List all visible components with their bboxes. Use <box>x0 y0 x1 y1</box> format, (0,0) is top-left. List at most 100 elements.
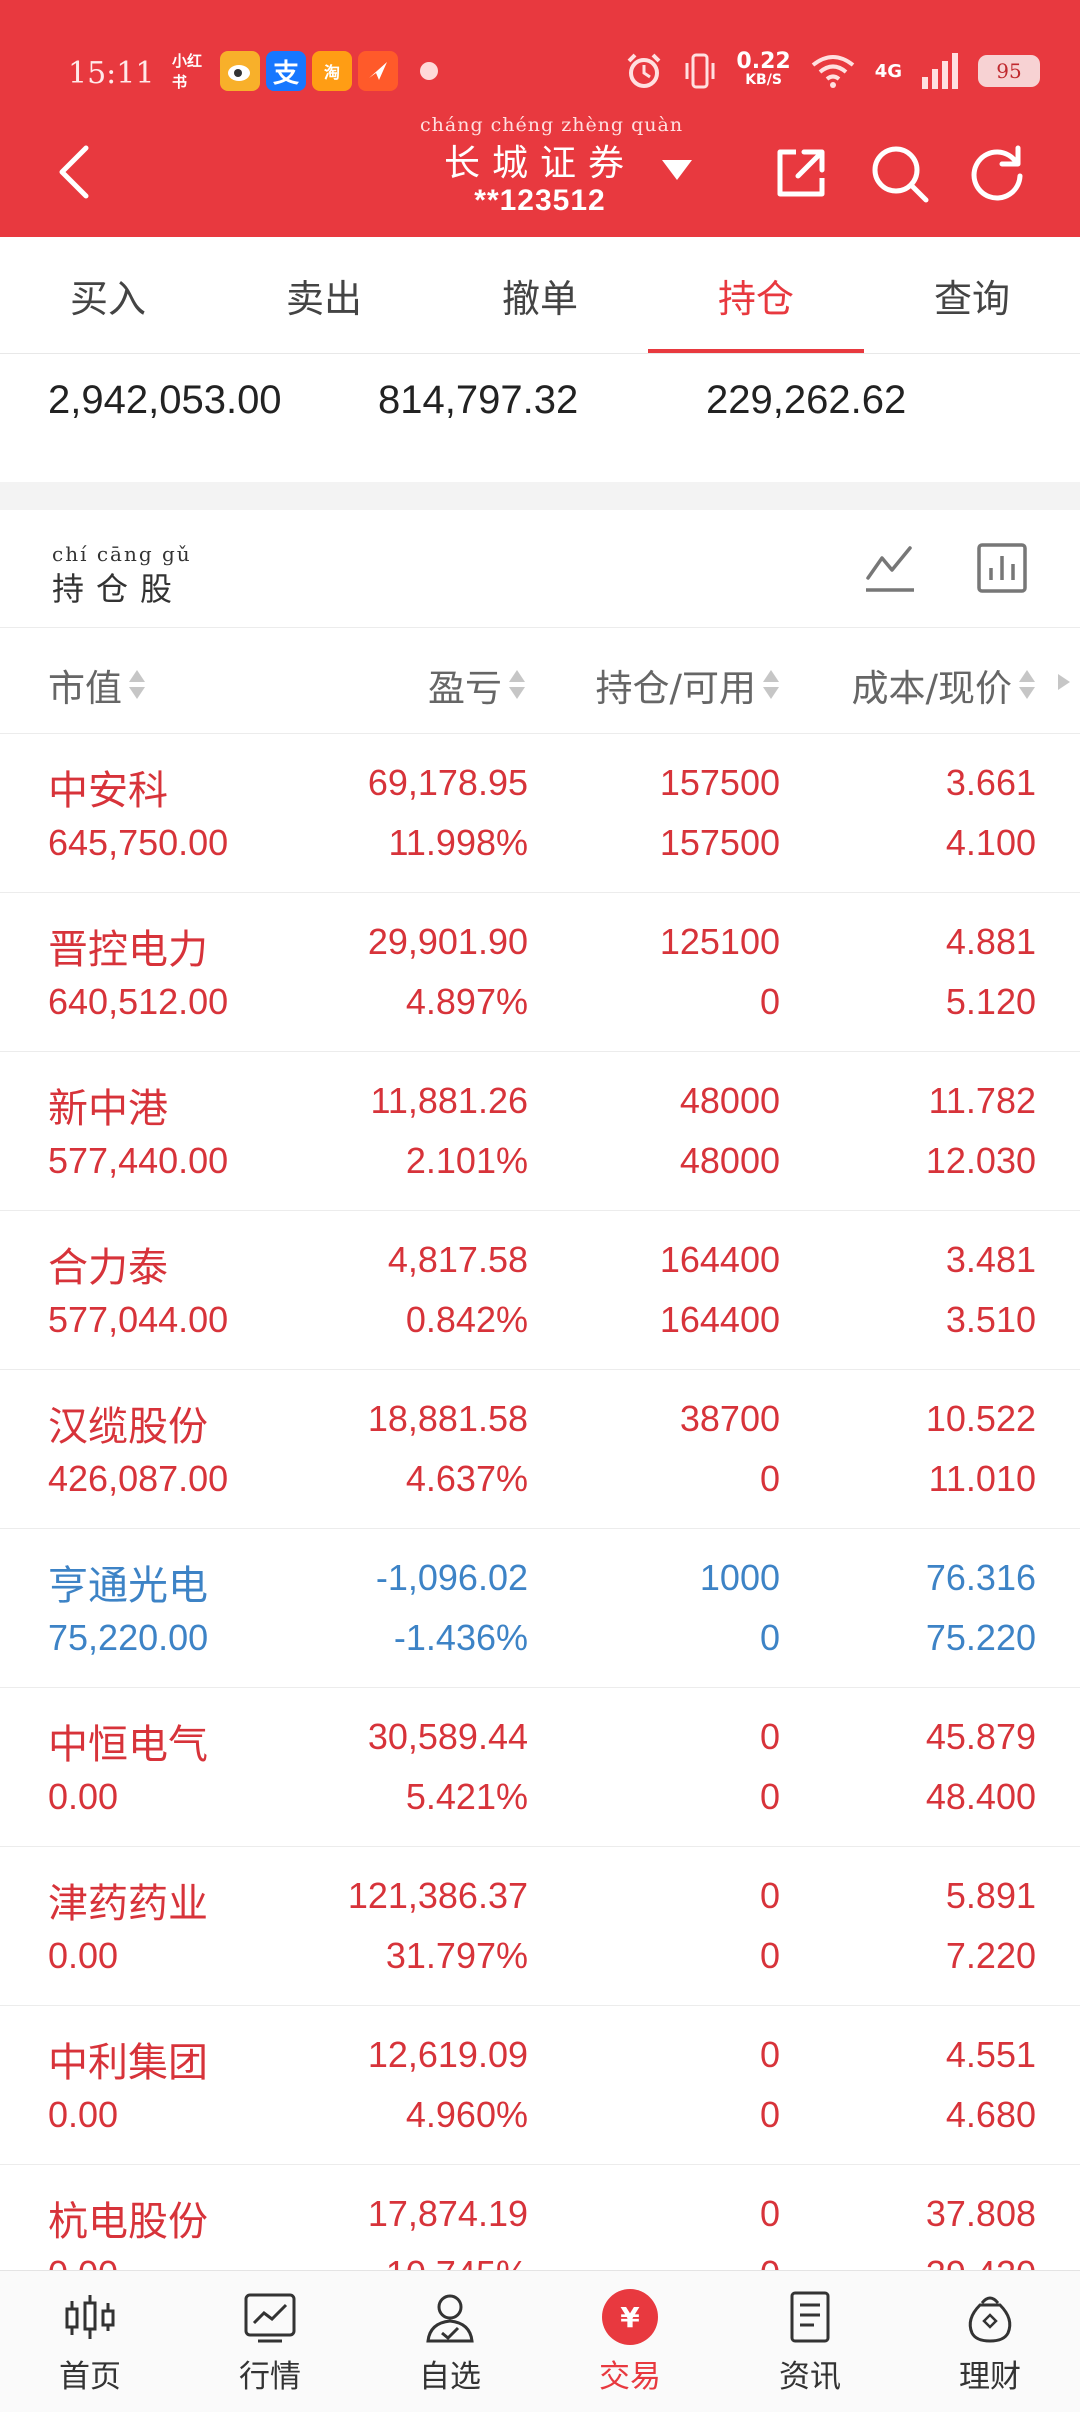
holding-row[interactable]: 津药药业 0.00 121,386.37 31.797% 0 0 5.891 7… <box>0 1847 1080 2006</box>
nav-watchlist[interactable]: 自选 <box>360 2271 540 2412</box>
xiaohongshu-icon: 小红书 <box>172 52 203 91</box>
holding-row[interactable]: 合力泰 577,044.00 4,817.58 0.842% 164400 16… <box>0 1211 1080 1370</box>
holding-row[interactable]: 中恒电气 0.00 30,589.44 5.421% 0 0 45.879 48… <box>0 1688 1080 1847</box>
profit-loss: 121,386.37 <box>347 1875 528 1916</box>
position-qty: 48000 <box>679 1080 780 1121</box>
signal-icon <box>922 53 958 89</box>
col-market-value[interactable]: 市值 <box>48 658 148 712</box>
user-check-icon <box>426 2294 474 2343</box>
available-qty: 0 <box>759 1776 780 1817</box>
position-qty: 1000 <box>699 1557 780 1598</box>
col-position-available[interactable]: 持仓/可用 <box>596 658 782 712</box>
feishu-icon <box>358 51 398 91</box>
market-value: 75,220.00 <box>48 1617 209 1658</box>
stock-name: 亨通光电 <box>48 1563 208 1609</box>
holding-row[interactable]: 新中港 577,440.00 11,881.26 2.101% 48000 48… <box>0 1052 1080 1211</box>
tab-buy[interactable]: 买入 <box>0 237 216 353</box>
bar-chart-icon[interactable] <box>974 540 1030 596</box>
nav-market[interactable]: 行情 <box>180 2271 360 2412</box>
cost-price: 37.808 <box>925 2193 1036 2234</box>
available-qty: 0 <box>759 1617 780 1658</box>
current-price: 4.680 <box>945 2094 1036 2135</box>
current-price: 3.510 <box>945 1299 1036 1340</box>
nav-news[interactable]: 资讯 <box>720 2271 900 2412</box>
chart-icon <box>244 2293 296 2343</box>
profit-loss: 17,874.19 <box>367 2193 528 2234</box>
profit-loss: 4,817.58 <box>387 1239 528 1280</box>
profit-loss: 12,619.09 <box>367 2034 528 2075</box>
scroll-right-icon[interactable] <box>1058 674 1070 690</box>
money-bag-icon <box>968 2296 1012 2343</box>
stock-name: 杭电股份 <box>48 2199 208 2245</box>
profit-loss-percent: 2.101% <box>405 1140 528 1181</box>
holding-row[interactable]: 汉缆股份 426,087.00 18,881.58 4.637% 38700 0… <box>0 1370 1080 1529</box>
share-icon[interactable] <box>770 142 832 204</box>
market-value: 577,440.00 <box>48 1140 229 1181</box>
status-right: 0.22 KB/S 4G 95 <box>624 46 1040 96</box>
available-qty: 48000 <box>679 1140 780 1181</box>
candlestick-icon <box>65 2295 115 2339</box>
tab-cancel[interactable]: 撤单 <box>432 237 648 353</box>
profit-loss: 30,589.44 <box>367 1716 528 1757</box>
stock-name: 晋控电力 <box>48 927 208 973</box>
available-qty: 157500 <box>659 822 780 863</box>
holding-row[interactable]: 中利集团 0.00 12,619.09 4.960% 0 0 4.551 4.6… <box>0 2006 1080 2165</box>
sort-icon <box>760 668 782 702</box>
cost-price: 76.316 <box>925 1557 1036 1598</box>
market-value: 0.00 <box>48 2094 119 2135</box>
position-qty: 0 <box>759 2034 780 2075</box>
line-chart-icon[interactable] <box>862 540 918 596</box>
holdings-list: 中安科 645,750.00 69,178.95 11.998% 157500 … <box>0 734 1080 2324</box>
back-arrow-icon[interactable] <box>52 142 96 202</box>
col-cost-price[interactable]: 成本/现价 <box>852 658 1038 712</box>
profit-loss-percent: 4.897% <box>405 981 528 1022</box>
nav-wealth[interactable]: 理财 <box>900 2271 1080 2412</box>
stock-name: 中恒电气 <box>48 1722 208 1768</box>
profit-loss-percent: 31.797% <box>385 1935 528 1976</box>
weibo-icon <box>220 51 260 91</box>
sort-icon <box>506 668 528 702</box>
account-summary: 2,942,053.00 814,797.32 229,262.62 <box>0 354 1080 482</box>
nav-home[interactable]: 首页 <box>0 2271 180 2412</box>
col-profit-loss[interactable]: 盈亏 <box>428 658 528 712</box>
cost-price: 45.879 <box>925 1716 1036 1757</box>
tab-query[interactable]: 查询 <box>864 237 1080 353</box>
alipay-icon: 支 <box>266 51 306 91</box>
search-icon[interactable] <box>868 142 930 204</box>
caret-down-icon[interactable] <box>660 158 694 182</box>
cost-price: 4.881 <box>945 921 1036 962</box>
profit-loss: 29,901.90 <box>367 921 528 962</box>
summary-value: 229,262.62 <box>706 378 907 422</box>
bottom-nav: 首页 行情 自选 ¥ 交易 资讯 理财 <box>0 2270 1080 2412</box>
profit-loss-percent: 5.421% <box>405 1776 528 1817</box>
vibrate-icon <box>685 53 715 89</box>
profit-loss: 11,881.26 <box>370 1080 528 1121</box>
available-qty: 0 <box>759 981 780 1022</box>
position-qty: 0 <box>759 2193 780 2234</box>
holding-row[interactable]: 亨通光电 75,220.00 -1,096.02 -1.436% 1000 0 … <box>0 1529 1080 1688</box>
position-qty: 0 <box>759 1875 780 1916</box>
broker-title[interactable]: cháng chéng zhèng quàn 长城证券 **123512 <box>420 114 682 218</box>
wifi-icon <box>811 55 854 88</box>
current-price: 11.010 <box>928 1458 1036 1499</box>
nav-trade[interactable]: ¥ 交易 <box>540 2271 720 2412</box>
refresh-icon[interactable] <box>966 142 1028 204</box>
holding-row[interactable]: 中安科 645,750.00 69,178.95 11.998% 157500 … <box>0 734 1080 893</box>
battery-indicator: 95 <box>978 55 1040 87</box>
network-type: 4G <box>874 60 902 82</box>
profit-loss: 69,178.95 <box>367 762 528 803</box>
document-icon <box>790 2291 830 2343</box>
tab-holdings[interactable]: 持仓 <box>648 237 864 353</box>
position-qty: 125100 <box>659 921 780 962</box>
cost-price: 3.661 <box>945 762 1036 803</box>
net-speed: 0.22 KB/S <box>736 49 791 89</box>
cost-price: 11.782 <box>928 1080 1036 1121</box>
available-qty: 0 <box>759 1458 780 1499</box>
market-value: 0.00 <box>48 1935 119 1976</box>
title-text: 长城证券 <box>443 143 636 184</box>
market-value: 426,087.00 <box>48 1458 229 1499</box>
current-price: 48.400 <box>925 1776 1036 1817</box>
holding-row[interactable]: 晋控电力 640,512.00 29,901.90 4.897% 125100 … <box>0 893 1080 1052</box>
tab-sell[interactable]: 卖出 <box>216 237 432 353</box>
sort-icon <box>126 668 148 702</box>
